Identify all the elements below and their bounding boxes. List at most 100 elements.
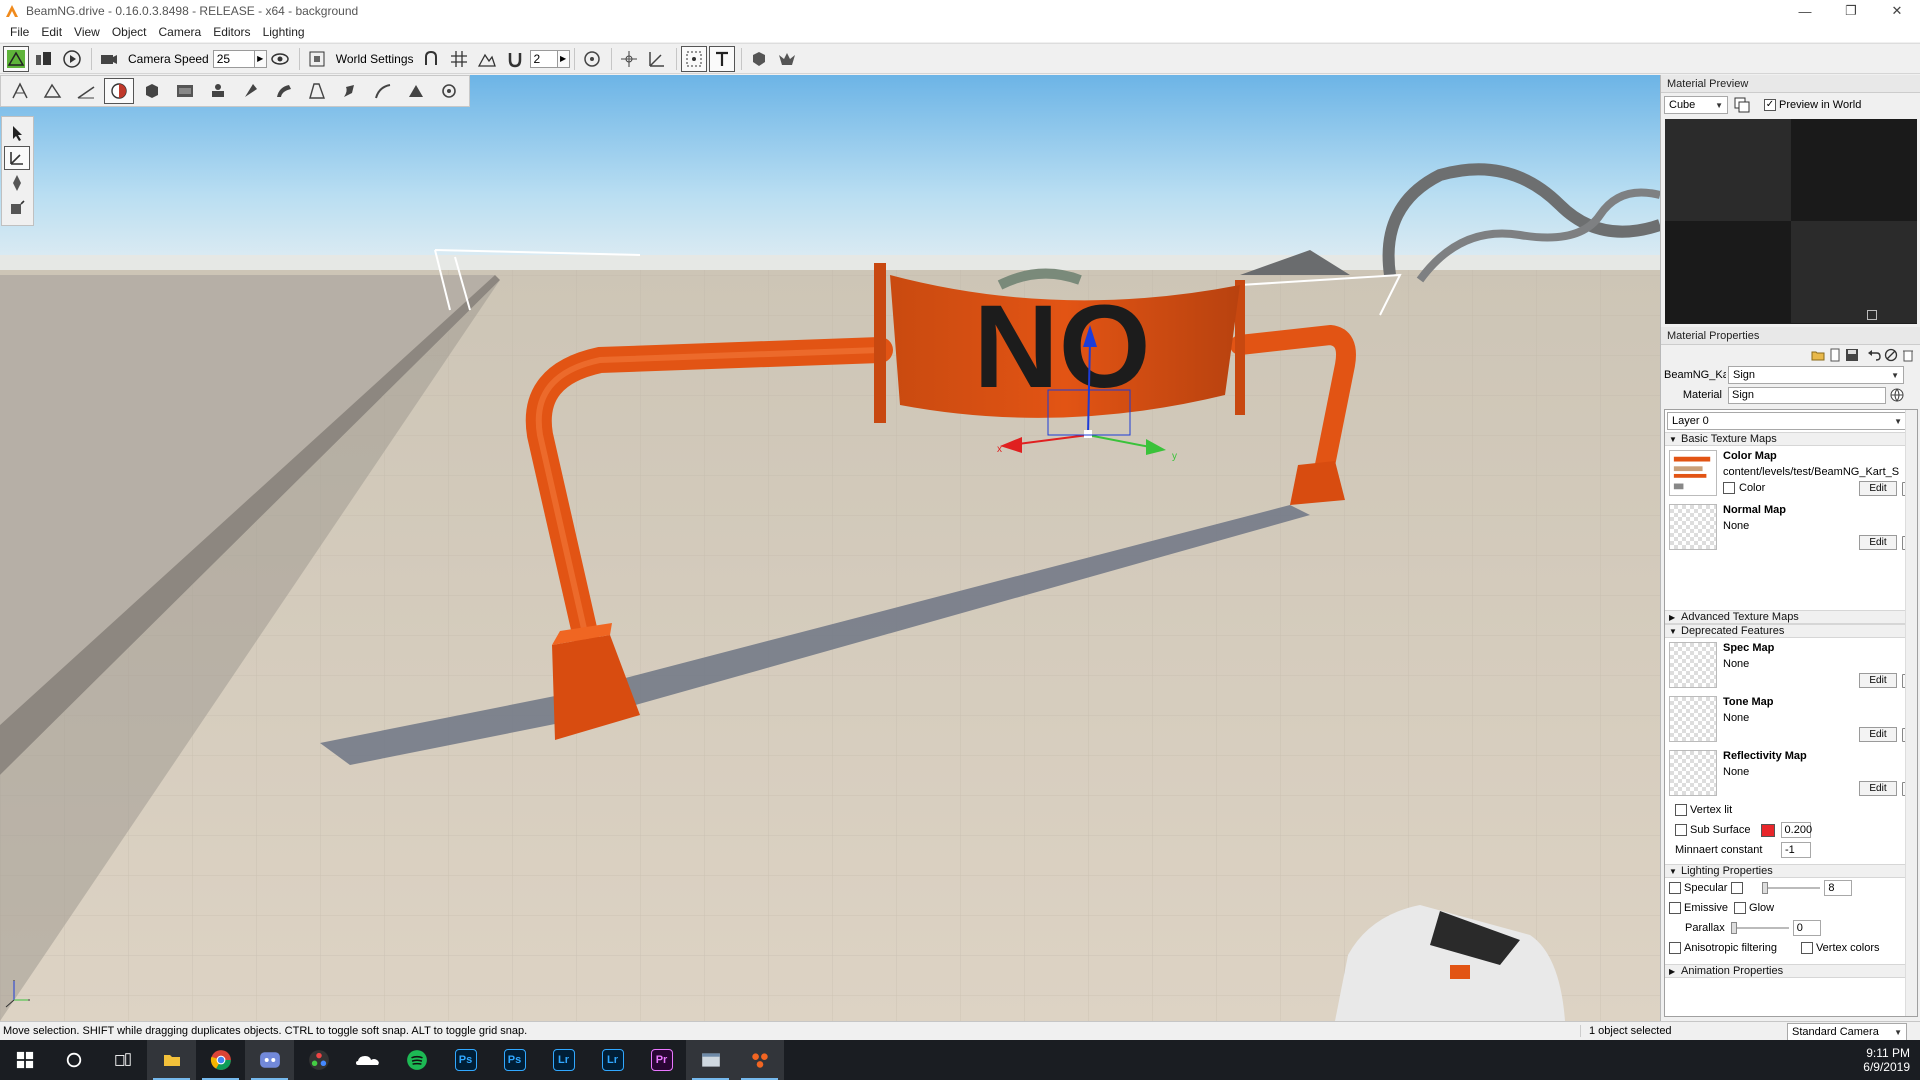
sketch-tool-button[interactable] (137, 78, 167, 104)
particle-editor-button[interactable] (434, 78, 464, 104)
menu-lighting[interactable]: Lighting (257, 25, 311, 39)
menu-view[interactable]: View (68, 25, 106, 39)
open-folder-icon[interactable] (1811, 348, 1825, 362)
delete-material-icon[interactable] (1901, 348, 1915, 362)
scene-render[interactable]: NO x y (0, 75, 1660, 1021)
terrain-snap-button[interactable] (474, 46, 500, 72)
start-button[interactable] (0, 1040, 49, 1080)
resize-handle-icon[interactable] (1867, 310, 1877, 320)
rotate-tool-button[interactable] (4, 171, 30, 195)
restore-button[interactable]: ❐ (1828, 0, 1874, 22)
minnaert-value-field[interactable]: -1 (1781, 842, 1811, 858)
spec-map-edit-button[interactable]: Edit (1859, 673, 1897, 688)
tone-map-thumbnail[interactable] (1669, 696, 1717, 742)
color-map-edit-button[interactable]: Edit (1859, 481, 1897, 496)
selection-box-button[interactable] (680, 45, 707, 72)
normal-map-thumbnail[interactable] (1669, 504, 1717, 550)
normal-map-edit-button[interactable]: Edit (1859, 535, 1897, 550)
reflectivity-map-edit-button[interactable]: Edit (1859, 781, 1897, 796)
world-transform-button[interactable] (644, 46, 670, 72)
specular-power-slider[interactable] (1762, 882, 1821, 894)
gui-editor-button[interactable] (31, 46, 57, 72)
spec-map-thumbnail[interactable] (1669, 642, 1717, 688)
menu-edit[interactable]: Edit (35, 25, 68, 39)
menu-editors[interactable]: Editors (207, 25, 256, 39)
lighting-properties-header[interactable]: ▼ Lighting Properties (1665, 864, 1917, 878)
taskbar-spotify[interactable] (392, 1040, 441, 1080)
system-tray-clock[interactable]: 9:11 PM 6/9/2019 (1863, 1040, 1910, 1080)
camera-speed-input[interactable]: 25 (212, 49, 255, 68)
globe-icon[interactable] (1890, 388, 1904, 402)
decal-road-editor-button[interactable] (368, 78, 398, 104)
menu-object[interactable]: Object (106, 25, 153, 39)
move-tool-button[interactable] (3, 146, 30, 170)
advanced-texture-maps-header[interactable]: ▶ Advanced Texture Maps (1665, 610, 1917, 624)
minimize-button[interactable]: — (1782, 0, 1828, 22)
parallax-value-field[interactable]: 0 (1792, 920, 1821, 936)
terrain-painter-button[interactable] (71, 78, 101, 104)
sub-surface-checkbox[interactable] (1675, 824, 1687, 836)
visibility-button[interactable] (267, 46, 293, 72)
decal-editor-button[interactable] (203, 78, 233, 104)
grid-size-arrow-icon[interactable]: ▶ (557, 49, 570, 68)
save-icon[interactable] (1845, 348, 1859, 362)
mesh-road-editor-button[interactable] (269, 78, 299, 104)
select-tool-button[interactable] (4, 121, 30, 145)
camera-mode-select[interactable]: Standard Camera ▼ (1787, 1023, 1907, 1041)
camera-speed-arrow-icon[interactable]: ▶ (254, 49, 267, 68)
grid-snap-button[interactable] (446, 46, 472, 72)
properties-scrollbar[interactable] (1905, 410, 1917, 1016)
magnet-snap-button[interactable] (502, 46, 528, 72)
close-button[interactable]: ✕ (1874, 0, 1920, 22)
material-editor-button[interactable] (104, 78, 134, 104)
world-settings-button[interactable]: World Settings (336, 52, 414, 66)
taskbar-file-explorer[interactable] (147, 1040, 196, 1080)
river-editor-button[interactable] (335, 78, 365, 104)
taskbar-beamng[interactable] (735, 1040, 784, 1080)
undo-icon[interactable] (1867, 348, 1881, 362)
taskbar-lightroom[interactable]: Lr (539, 1040, 588, 1080)
new-material-icon[interactable] (1828, 348, 1842, 362)
glow-checkbox[interactable] (1734, 902, 1747, 914)
color-map-thumbnail[interactable] (1669, 450, 1717, 496)
taskbar-photoshop-2[interactable]: Ps (490, 1040, 539, 1080)
basic-texture-maps-header[interactable]: ▼ Basic Texture Maps (1665, 432, 1917, 446)
color-map-color-checkbox[interactable] (1723, 482, 1735, 494)
clear-icon[interactable] (1884, 348, 1898, 362)
taskbar-discord[interactable] (245, 1040, 294, 1080)
snap-toggle-button[interactable] (418, 46, 444, 72)
play-game-button[interactable] (59, 46, 85, 72)
taskbar-premiere[interactable]: Pr (637, 1040, 686, 1080)
specular-color-swatch[interactable] (1731, 882, 1744, 894)
forest-editor-button[interactable] (236, 78, 266, 104)
grid-size-input[interactable]: 2 (529, 49, 558, 68)
sub-surface-value-field[interactable]: 0.200 (1780, 822, 1812, 838)
scale-tool-button[interactable] (4, 196, 30, 220)
cortana-button[interactable] (49, 1040, 98, 1080)
3d-viewport[interactable]: NO x y (0, 75, 1660, 1021)
background-color-icon[interactable] (1734, 97, 1750, 113)
object-material-select[interactable]: Sign ▼ (1728, 366, 1904, 384)
specular-checkbox[interactable] (1669, 882, 1681, 894)
specular-power-field[interactable]: 8 (1824, 880, 1853, 896)
taskbar-photoshop[interactable]: Ps (441, 1040, 490, 1080)
world-editor-button[interactable] (3, 45, 29, 72)
camera-button[interactable] (96, 46, 122, 72)
terrain-editor-button[interactable] (38, 78, 68, 104)
taskbar-app-window[interactable] (686, 1040, 735, 1080)
taskbar-soundcloud[interactable] (343, 1040, 392, 1080)
menu-file[interactable]: File (4, 25, 35, 39)
material-preview-canvas[interactable] (1665, 119, 1917, 324)
object-editor-button[interactable] (5, 78, 35, 104)
preview-in-world-checkbox[interactable]: ✓ (1764, 99, 1776, 111)
taskbar-lightroom-classic[interactable]: Lr (588, 1040, 637, 1080)
animation-properties-header[interactable]: ▶ Animation Properties (1665, 964, 1917, 978)
reflectivity-map-thumbnail[interactable] (1669, 750, 1717, 796)
object-center-button[interactable] (579, 46, 605, 72)
task-view-button[interactable] (98, 1040, 147, 1080)
vertex-lit-checkbox[interactable] (1675, 804, 1687, 816)
taskbar-chrome[interactable] (196, 1040, 245, 1080)
parallax-slider[interactable] (1730, 922, 1789, 934)
drop-object-button[interactable] (746, 46, 772, 72)
deprecated-features-header[interactable]: ▼ Deprecated Features (1665, 624, 1917, 638)
